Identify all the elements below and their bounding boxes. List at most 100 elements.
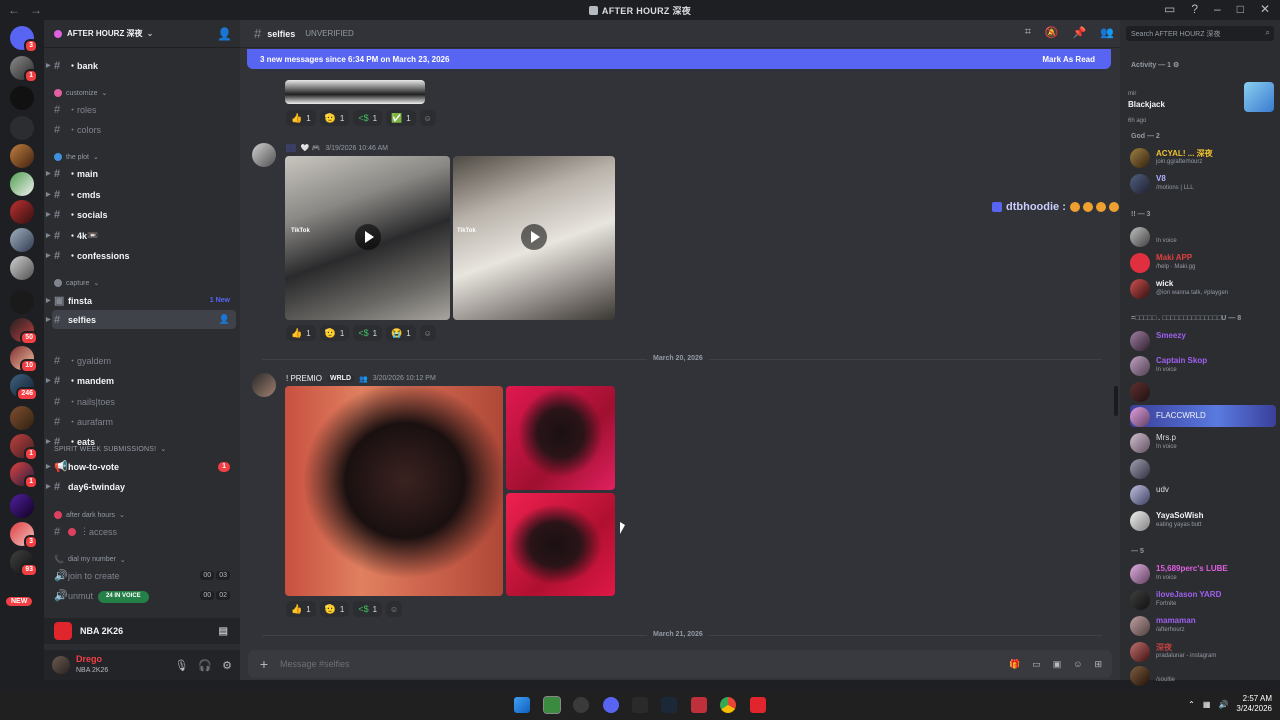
guild-tag[interactable]: WRLD — [327, 375, 355, 382]
video-attachment[interactable]: TikTok — [453, 156, 615, 320]
server-icon[interactable] — [10, 86, 34, 110]
server-icon[interactable]: 1 — [10, 462, 38, 489]
chrome-icon[interactable] — [720, 697, 736, 713]
channel-4k[interactable]: ▶ # ・ 4k 📼 — [46, 226, 236, 245]
member-item[interactable]: Captain Skop In voice — [1130, 354, 1276, 376]
image-attachment[interactable] — [506, 493, 615, 596]
server-icon[interactable]: 10 — [10, 346, 38, 373]
category-the-plot[interactable]: the plot ⌄ — [54, 153, 99, 161]
play-icon[interactable] — [521, 224, 547, 250]
add-member-icon[interactable]: 👤 — [217, 27, 232, 41]
reaction[interactable]: <$ 1 — [353, 325, 383, 341]
reaction[interactable]: 👍 1 — [286, 110, 316, 126]
threads-icon[interactable]: ⌗ — [1025, 26, 1031, 39]
home-icon[interactable]: 3 — [10, 26, 38, 53]
video-attachment[interactable]: TikTok — [285, 156, 450, 320]
channel-roles[interactable]: # ・ roles — [52, 100, 236, 119]
volume-icon[interactable]: 🔊 — [1218, 700, 1228, 709]
avatar[interactable] — [252, 143, 276, 167]
channel-main[interactable]: ▶ # ・ main — [46, 164, 236, 183]
server-icon[interactable]: 246 — [10, 374, 38, 401]
channel-cmds[interactable]: ▶ # ・ cmds — [46, 185, 236, 204]
play-icon[interactable] — [355, 224, 381, 250]
server-icon[interactable] — [10, 172, 34, 196]
member-item[interactable]: Mrs.p In voice — [1130, 431, 1276, 453]
member-item[interactable]: 深夜 pradalunar - instagram — [1130, 640, 1276, 662]
minimize-icon[interactable]: – — [1214, 2, 1221, 16]
add-reaction-icon[interactable]: ☺ — [419, 325, 436, 341]
inbox-icon[interactable]: ▭ — [1164, 2, 1175, 16]
channel-colors[interactable]: # ・ colors — [52, 120, 236, 139]
server-icon[interactable]: 50 — [10, 318, 38, 345]
scrollbar[interactable] — [1114, 386, 1118, 416]
reaction[interactable]: 🫡 1 — [319, 325, 350, 341]
avatar[interactable] — [52, 656, 70, 674]
category-customize[interactable]: customize ⌄ — [54, 89, 107, 97]
member-item[interactable]: udv — [1130, 483, 1276, 505]
reaction[interactable]: 👍 1 — [286, 325, 316, 341]
member-item[interactable]: Smeezy — [1130, 329, 1276, 351]
clock[interactable]: 2:57 AM 3/24/2026 — [1236, 694, 1272, 714]
member-item[interactable] — [1130, 457, 1276, 479]
channel-nails-toes[interactable]: # ・ nails|toes — [52, 392, 236, 411]
channel-bank[interactable]: ▶ # ・ bank — [46, 56, 236, 75]
game-overlay-icon[interactable]: ▤ — [219, 626, 228, 637]
avatar[interactable] — [252, 373, 276, 397]
channel-day6-twinday[interactable]: ▶ # day6-twinday — [46, 477, 236, 496]
member-item[interactable] — [1130, 380, 1276, 402]
microphone-icon[interactable]: 🎙 — [174, 659, 188, 672]
server-icon[interactable]: 3 — [10, 522, 38, 549]
image-attachment[interactable] — [285, 386, 503, 596]
member-item[interactable]: 15,689perc's LUBE In voice — [1130, 562, 1276, 584]
category-capture[interactable]: capture ⌄ — [54, 279, 99, 287]
category-dial-my-number[interactable]: 📞 dial my number ⌄ — [54, 555, 126, 564]
member-item[interactable]: wick @ion wanna talk, #playgen — [1130, 277, 1276, 299]
username-hidden[interactable]: ▒▒ — [286, 145, 296, 152]
channel-socials[interactable]: ▶ # ・ socials — [46, 205, 236, 224]
channel-aurafarm[interactable]: # ・ aurafarm — [52, 412, 236, 431]
chevron-up-icon[interactable]: ⌃ — [1188, 700, 1195, 709]
pin-icon[interactable]: 📌 — [1073, 26, 1087, 39]
member-item[interactable]: In voice — [1130, 225, 1276, 247]
channel-finsta[interactable]: ▶ ▣ finsta 1 New — [46, 291, 236, 310]
add-reaction-icon[interactable]: ☺ — [386, 601, 403, 617]
invite-icon[interactable]: 👤 — [219, 314, 230, 325]
app-icon[interactable] — [573, 697, 589, 713]
server-icon[interactable] — [10, 406, 34, 430]
close-icon[interactable]: ✕ — [1260, 2, 1270, 16]
category-spirit-week[interactable]: SPIRIT WEEK SUBMISSIONS! ⌄ — [54, 445, 166, 454]
reaction[interactable]: 🫡 1 — [319, 601, 350, 617]
member-item[interactable]: YayaSoWish eating yayas butt — [1130, 509, 1276, 531]
apps-icon[interactable]: ⊞ — [1094, 659, 1102, 670]
channel-access[interactable]: # ⋮ access — [52, 522, 236, 541]
start-icon[interactable] — [514, 697, 530, 713]
voice-count-pill[interactable]: 24 IN VOICE — [98, 591, 149, 603]
image-attachment[interactable] — [506, 386, 615, 490]
member-item[interactable]: iloveJason YARD Fortnite — [1130, 588, 1276, 610]
help-icon[interactable]: ? — [1191, 2, 1198, 16]
add-reaction-icon[interactable]: ☺ — [419, 110, 436, 126]
message-composer[interactable]: + Message #selfies 🎁 ▭ ▣ ☺ ⊞ — [248, 650, 1112, 678]
server-icon[interactable]: 1 — [10, 434, 38, 461]
server-icon[interactable] — [10, 228, 34, 252]
message-input[interactable]: Message #selfies — [280, 659, 350, 669]
headphones-icon[interactable]: 🎧 — [198, 659, 212, 672]
app-icon[interactable] — [632, 697, 648, 713]
reaction[interactable]: <$ 1 — [353, 110, 383, 126]
server-icon[interactable]: 1 — [10, 56, 38, 83]
activity-card[interactable]: mir Blackjack 6h ago — [1128, 82, 1274, 124]
network-icon[interactable]: ▦ — [1203, 700, 1211, 709]
members-icon[interactable]: 👥 — [1100, 26, 1114, 39]
channel-selfies[interactable]: ▶ # selfies 👤 — [46, 310, 236, 329]
mark-as-read-button[interactable]: Mark As Read — [1042, 55, 1095, 64]
app-icon[interactable] — [750, 697, 766, 713]
plus-icon[interactable]: + — [248, 656, 280, 672]
discord-icon[interactable] — [603, 697, 619, 713]
category-after-dark-hours[interactable]: after dark hours ⌄ — [54, 511, 125, 519]
app-icon[interactable] — [691, 697, 707, 713]
reaction[interactable]: 😭 1 — [386, 325, 416, 341]
gif-icon[interactable]: ▭ — [1032, 659, 1041, 670]
member-item[interactable]: mamaman/afterhourz — [1130, 614, 1276, 636]
emoji-icon[interactable]: ☺ — [1073, 659, 1082, 670]
voice-join-to-create[interactable]: 🔊 join to create 00 03 — [52, 566, 236, 585]
